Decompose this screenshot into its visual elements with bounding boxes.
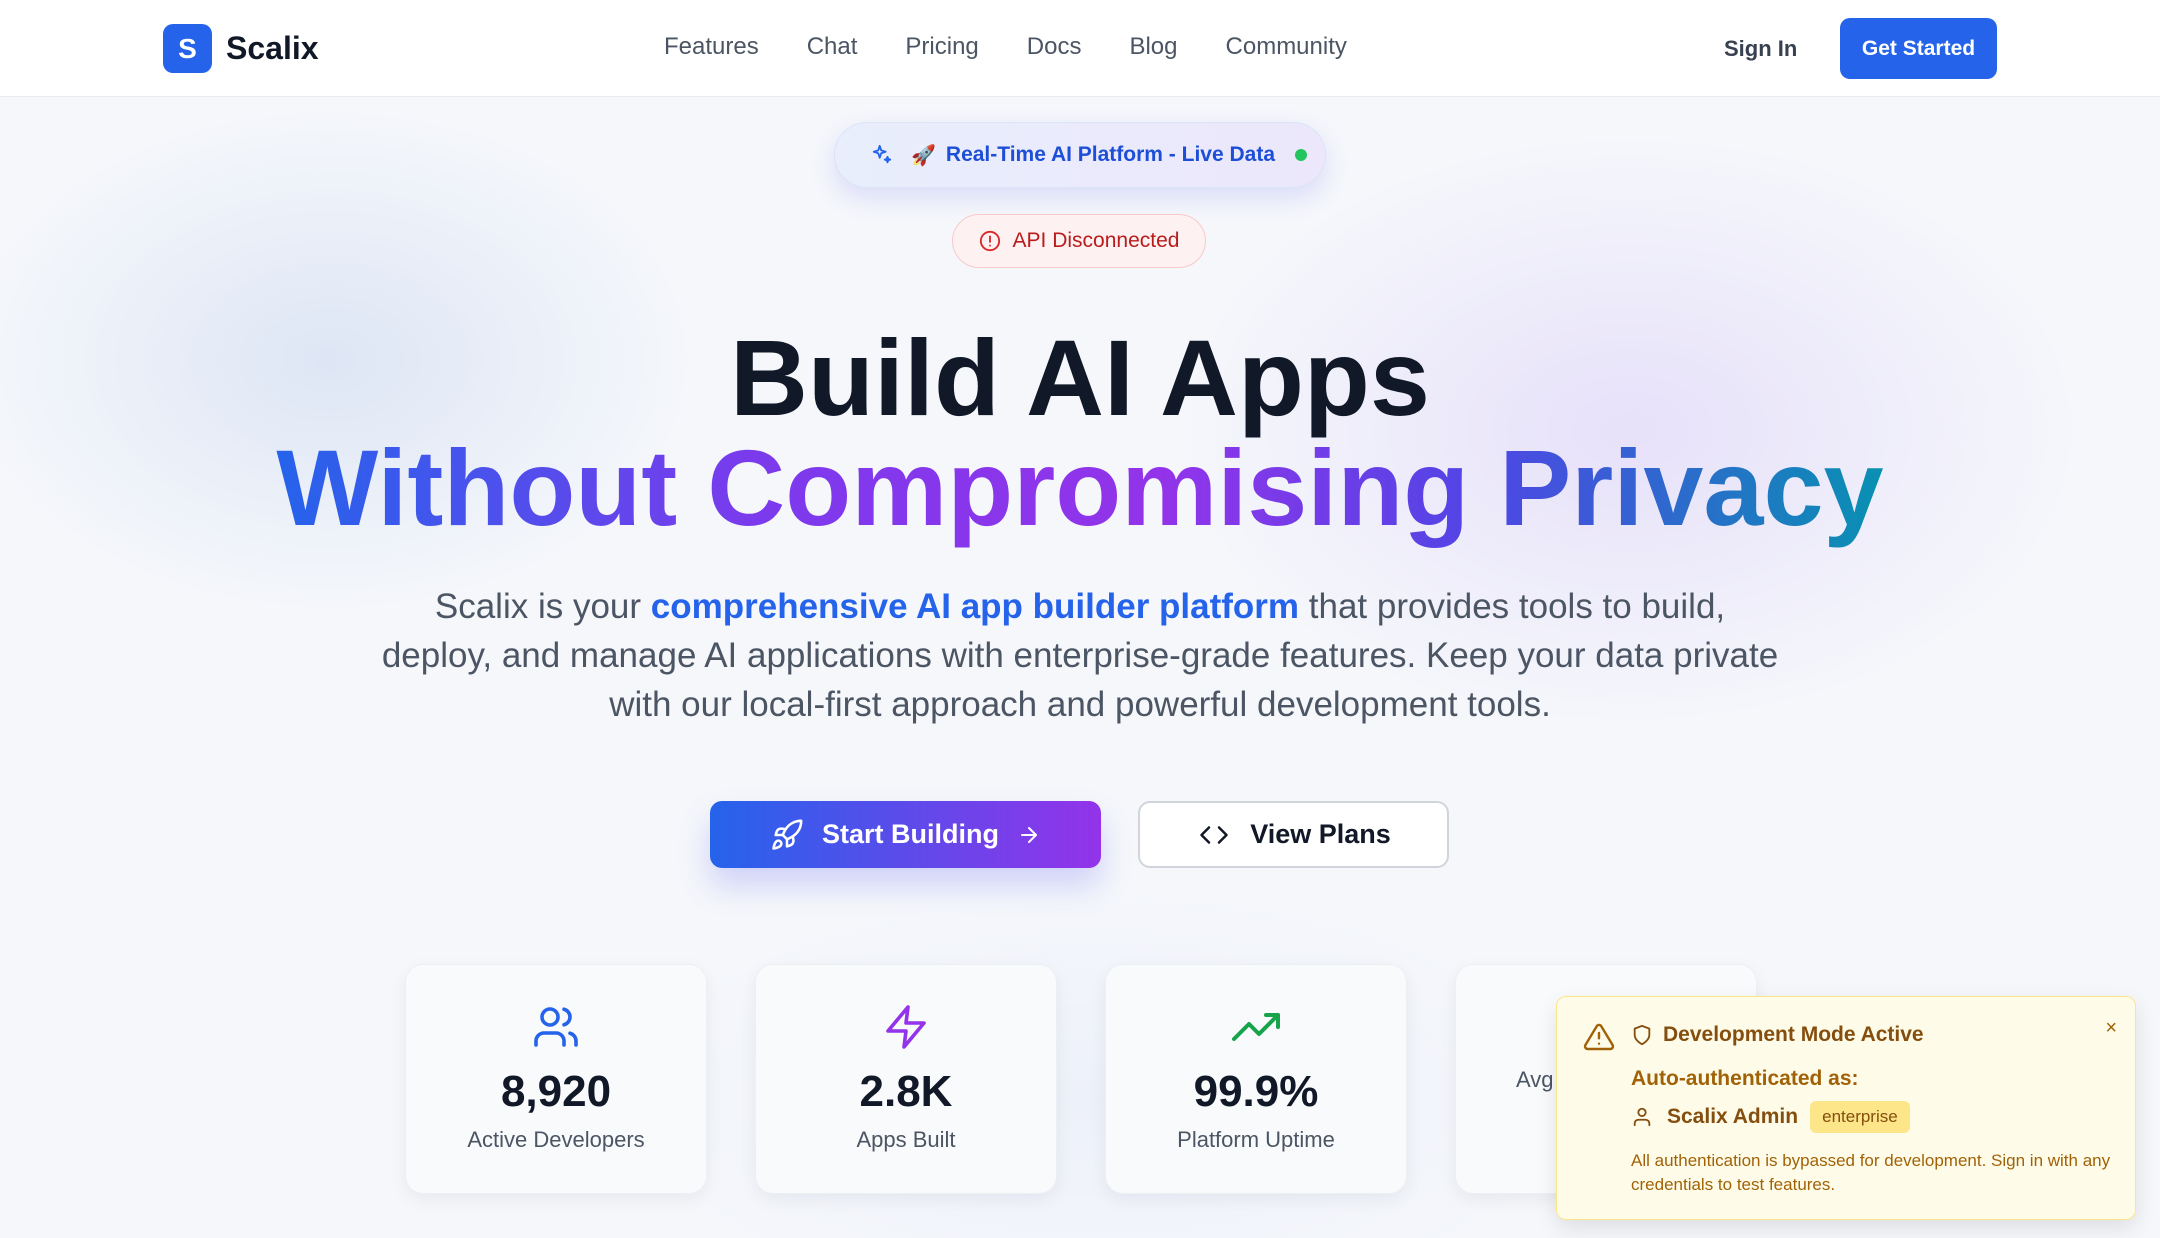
auth-user: Scalix Admin enterprise [1631, 1101, 1910, 1133]
hero-title-gradient: Without Compromising Privacy [276, 427, 1884, 548]
nav-pricing[interactable]: Pricing [905, 33, 978, 61]
sign-in-link[interactable]: Sign In [1724, 36, 1797, 62]
stat-value: 99.9% [1193, 1067, 1319, 1116]
toast-note: All authentication is bypassed for devel… [1631, 1151, 2111, 1194]
user-icon [1633, 1107, 1651, 1127]
tier-badge: enterprise [1810, 1101, 1910, 1133]
top-navbar: S Scalix Features Chat Pricing Docs Blog… [0, 0, 2160, 97]
rocket-icon [772, 819, 803, 850]
toast-close-button[interactable]: × [2105, 1017, 2117, 1040]
live-status-dot [1295, 149, 1307, 161]
brand-logo[interactable]: S Scalix [163, 24, 319, 73]
warning-icon [1583, 1023, 1615, 1051]
stat-label: Platform Uptime [1177, 1127, 1335, 1152]
dev-mode-toast: Development Mode Active × Auto-authentic… [1556, 996, 2136, 1220]
live-data-badge: 🚀 Real-Time AI Platform - Live Data [834, 122, 1326, 188]
arrow-right-icon [1021, 826, 1037, 843]
shield-icon [1633, 1024, 1651, 1046]
api-status-text: API Disconnected [1012, 229, 1180, 252]
trending-up-icon [1106, 1003, 1406, 1051]
hero-title-line1: Build AI Apps [730, 317, 1430, 438]
lead-pre: Scalix is your [434, 587, 651, 626]
logo-mark: S [163, 24, 212, 73]
stat-card-uptime: 99.9% Platform Uptime [1105, 964, 1407, 1194]
rocket-emoji-icon: 🚀 [911, 144, 936, 167]
start-building-button[interactable]: Start Building [710, 801, 1101, 868]
nav-features[interactable]: Features [664, 33, 759, 61]
hero-description: Scalix is your comprehensive AI app buil… [380, 582, 1780, 729]
nav-docs[interactable]: Docs [1027, 33, 1082, 61]
nav-community[interactable]: Community [1226, 33, 1347, 61]
view-plans-label: View Plans [1250, 819, 1391, 849]
users-icon [406, 1003, 706, 1051]
bolt-icon [756, 1003, 1056, 1051]
nav-chat[interactable]: Chat [807, 33, 858, 61]
live-badge-text: Real-Time AI Platform - Live Data [945, 143, 1275, 166]
api-status-badge: API Disconnected [952, 214, 1206, 268]
hero-title-line2: Without Compromising Privacy [0, 428, 2160, 548]
toast-title-text: Development Mode Active [1663, 1023, 1924, 1046]
get-started-button[interactable]: Get Started [1840, 18, 1997, 79]
start-building-label: Start Building [822, 819, 999, 849]
stat-card-apps: 2.8K Apps Built [755, 964, 1057, 1194]
brand-name: Scalix [226, 30, 319, 66]
stat-card-developers: 8,920 Active Developers [405, 964, 707, 1194]
stat-value: 2.8K [859, 1067, 953, 1116]
stat-value: 8,920 [500, 1067, 612, 1116]
stat-label: Active Developers [467, 1127, 645, 1152]
code-icon [1200, 825, 1228, 844]
auth-label: Auto-authenticated as: [1631, 1067, 1859, 1090]
stat-label: Apps Built [856, 1127, 956, 1152]
sparkles-icon [871, 144, 893, 166]
user-name: Scalix Admin [1667, 1105, 1799, 1128]
nav-blog[interactable]: Blog [1129, 33, 1177, 61]
lead-highlight: comprehensive AI app builder platform [650, 587, 1300, 626]
view-plans-button[interactable]: View Plans [1138, 801, 1449, 868]
alert-circle-icon [979, 230, 1000, 252]
main-nav: Features Chat Pricing Docs Blog Communit… [664, 33, 1395, 61]
toast-title: Development Mode Active [1631, 1023, 1924, 1047]
